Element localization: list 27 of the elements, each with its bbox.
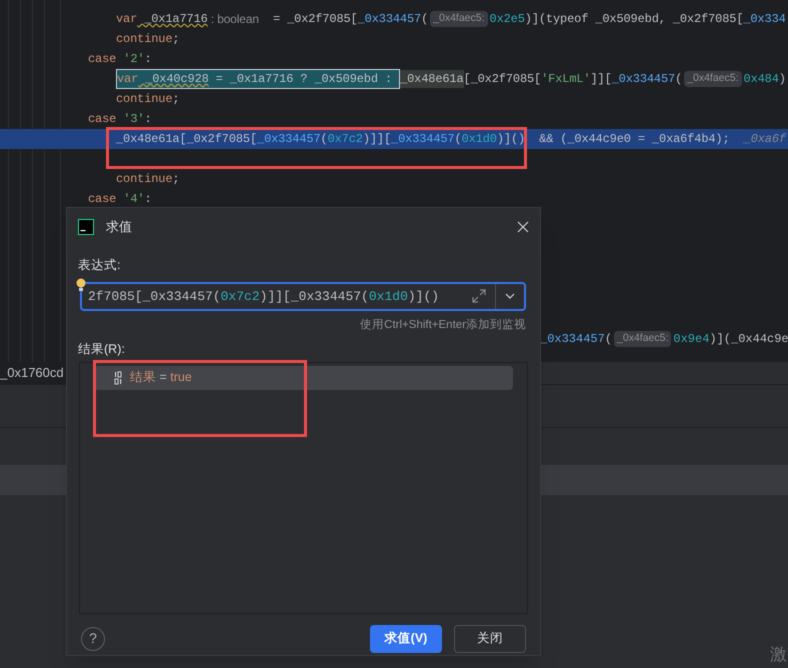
code-line: continue;	[115, 91, 180, 108]
code-line: continue;	[115, 31, 180, 48]
code-line: case '2':	[87, 51, 152, 68]
code-fragment: _0x1760cd	[0, 362, 68, 384]
dialog-title: 求值	[106, 218, 132, 236]
expand-icon[interactable]	[472, 289, 486, 304]
help-button[interactable]: ?	[81, 626, 105, 651]
code-fragment: _0x334457( _0x4faec5: 0x9e4)](_0x44c9e	[540, 330, 788, 349]
evaluate-button[interactable]: 求值(V)	[370, 624, 442, 653]
expression-field[interactable]: 2f7085[_0x334457(0x7c2)]][_0x334457(0x1d0)]()	[80, 282, 526, 311]
code-line: case '3':	[87, 111, 152, 128]
field-label: 结果(R):	[78, 341, 125, 358]
close-icon[interactable]	[517, 221, 529, 233]
dropdown-chevron-icon[interactable]	[505, 293, 515, 300]
code-line: continue;	[115, 171, 180, 188]
hint-text: 使用Ctrl+Shift+Enter添加到监视	[360, 318, 526, 333]
close-button[interactable]: 关闭	[454, 624, 526, 653]
app-icon	[78, 219, 94, 235]
result-text: 结果 = true	[130, 369, 192, 386]
result-row[interactable]: 结果 = true	[94, 366, 513, 390]
lightbulb-icon[interactable]	[76, 278, 86, 292]
field-label: 表达式:	[78, 257, 120, 274]
code-line: case '4':	[87, 191, 152, 208]
code-line: var _0x1a7716 : boolean = _0x2f7085[_0x334457( _0x4faec5: 0x2e5)](typeof _0x509ebd, _0x2f7085[_0x334	[115, 10, 786, 28]
overlay-text: 激	[770, 646, 787, 663]
code-line: var _0x40c928 = _0x1a7716 ? _0x509ebd : _0x48e61a[_0x2f7085['FxLmL']][_0x334457( _0x4faec5: 0x484)	[0, 69, 786, 89]
code-line: _0x48e61a[_0x2f7085[_0x334457(0x7c2)]][_0x334457(0x1d0)]() && (_0x44c9e0 = _0xa6f4b4); _0xa6f	[115, 131, 786, 148]
